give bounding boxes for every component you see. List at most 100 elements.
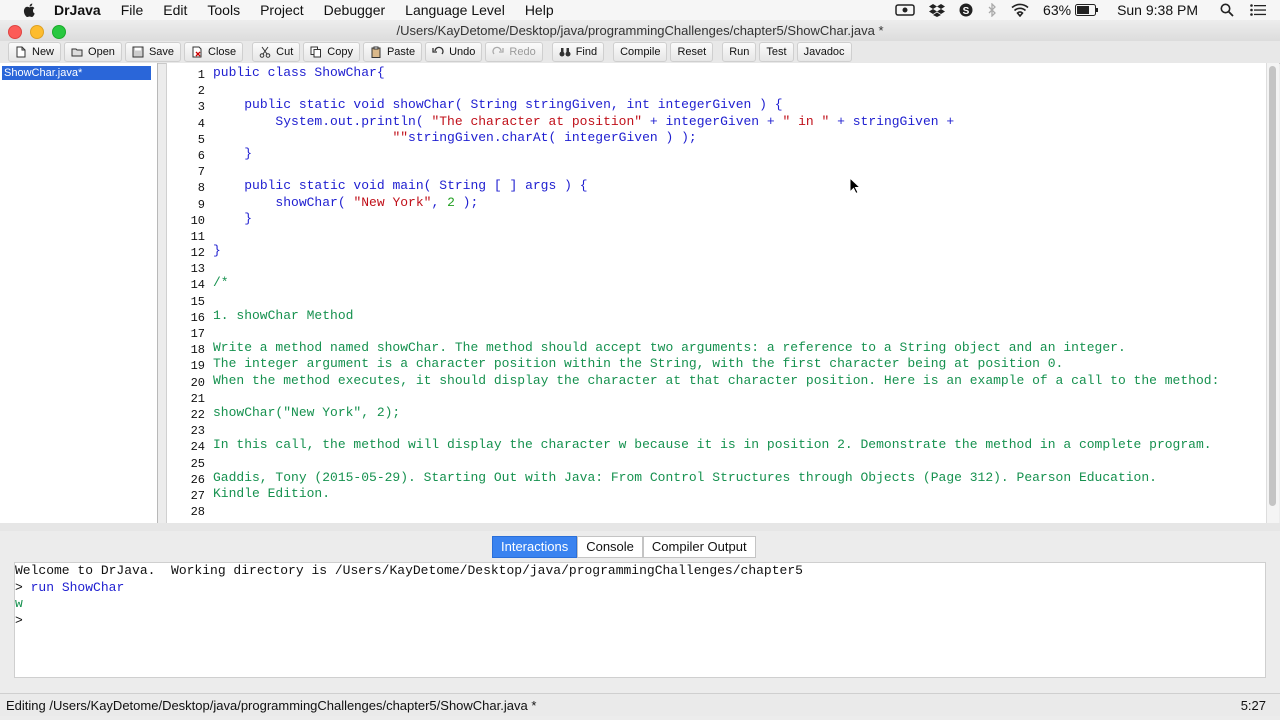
- document-list: ShowChar.java*: [0, 63, 158, 523]
- line-number: 24: [190, 440, 205, 455]
- line-number: 20: [190, 375, 205, 390]
- wifi-icon[interactable]: [1011, 3, 1029, 17]
- code-line-4: System.out.println( "The character at po…: [213, 114, 1219, 130]
- line-number-gutter: 1 2 3 4 5 6 7 8 9 10 11 12 13 14 15 16 17 18 19 20 21 22 23 24 2…: [167, 67, 205, 520]
- undo-button[interactable]: Undo: [425, 42, 483, 62]
- window-controls: [8, 25, 74, 39]
- paste-button[interactable]: Paste: [362, 42, 423, 62]
- test-button[interactable]: Test: [759, 42, 794, 62]
- battery-icon[interactable]: [1075, 4, 1099, 16]
- menu-tools[interactable]: Tools: [207, 2, 240, 18]
- screen-record-icon[interactable]: [895, 3, 915, 17]
- bluetooth-icon[interactable]: [987, 3, 997, 17]
- line-number: 26: [190, 472, 205, 487]
- line-number: 3: [197, 100, 205, 115]
- code-line-3: public static void showChar( String stri…: [213, 97, 1219, 113]
- javadoc-button[interactable]: Javadoc: [796, 42, 852, 62]
- line-number: 23: [190, 424, 205, 439]
- tab-compiler-output[interactable]: Compiler Output: [642, 536, 756, 558]
- console-welcome-line: Welcome to DrJava. Working directory is …: [15, 563, 803, 578]
- code-text: System.out.println(: [275, 113, 432, 129]
- new-button-label: New: [32, 46, 55, 58]
- close-button[interactable]: Close: [184, 42, 244, 62]
- menu-edit[interactable]: Edit: [163, 2, 187, 18]
- code-text: showChar(: [384, 97, 471, 113]
- line-number: 13: [190, 262, 205, 277]
- new-file-icon: [15, 46, 27, 58]
- scrollbar-thumb[interactable]: [1269, 66, 1276, 506]
- notification-center-icon[interactable]: [1250, 4, 1266, 16]
- dropbox-icon[interactable]: [929, 3, 946, 17]
- line-number: 4: [197, 116, 205, 131]
- compile-button[interactable]: Compile: [613, 42, 668, 62]
- code-text: stringGiven,: [517, 97, 627, 113]
- undo-icon: [432, 46, 444, 58]
- console-input-line[interactable]: >: [15, 613, 1265, 630]
- code-line-1: public class ShowChar{: [213, 65, 1219, 81]
- code-number: 2: [447, 194, 455, 210]
- menu-project[interactable]: Project: [260, 2, 304, 18]
- code-text: main(: [384, 178, 440, 194]
- code-keyword: String: [470, 97, 518, 113]
- redo-icon: [492, 46, 505, 58]
- code-keyword: public static void: [244, 178, 385, 194]
- line-number: 22: [190, 407, 205, 422]
- code-area[interactable]: public class ShowChar{ public static voi…: [213, 65, 1219, 518]
- code-line-6: }: [213, 146, 1219, 162]
- menu-bar: DrJava File Edit Tools Project Debugger …: [0, 0, 1280, 21]
- code-line-24: In this call, the method will display th…: [213, 437, 1212, 453]
- tab-console[interactable]: Console: [577, 536, 643, 558]
- menu-file[interactable]: File: [121, 2, 144, 18]
- menu-help[interactable]: Help: [525, 2, 554, 18]
- interactions-pane[interactable]: Welcome to DrJava. Working directory is …: [14, 562, 1266, 678]
- code-editor[interactable]: 1 2 3 4 5 6 7 8 9 10 11 12 13 14 15 16 17 18 19 20 21 22 23 24 2…: [166, 63, 1267, 523]
- save-button[interactable]: Save: [124, 42, 182, 62]
- code-text: ,: [431, 194, 448, 210]
- skype-icon[interactable]: S: [959, 3, 973, 17]
- close-window-button[interactable]: [8, 25, 22, 39]
- open-button-label: Open: [88, 46, 115, 58]
- code-line-26: Gaddis, Tony (2015-05-29). Starting Out …: [213, 469, 1157, 485]
- battery-percent: 63%: [1043, 2, 1072, 18]
- cut-button[interactable]: Cut: [252, 42, 301, 62]
- copy-button-label: Copy: [327, 46, 353, 58]
- clock[interactable]: Sun 9:38 PM: [1117, 2, 1198, 18]
- menu-app-name[interactable]: DrJava: [54, 2, 101, 18]
- status-message: Editing /Users/KayDetome/Desktop/java/pr…: [6, 697, 537, 713]
- redo-button[interactable]: Redo: [485, 42, 543, 62]
- paste-clipboard-icon: [370, 46, 382, 58]
- pane-splitter[interactable]: [0, 523, 1280, 531]
- status-bar: Editing /Users/KayDetome/Desktop/java/pr…: [0, 693, 1280, 716]
- new-button[interactable]: New: [8, 42, 62, 62]
- spotlight-search-icon[interactable]: [1220, 3, 1234, 17]
- code-line-16: 1. showChar Method: [213, 307, 354, 323]
- code-string: "The character at position": [431, 113, 643, 129]
- code-line-9: showChar( "New York", 2 );: [213, 195, 1219, 211]
- menu-debugger[interactable]: Debugger: [324, 2, 386, 18]
- code-text: showChar(: [275, 194, 354, 210]
- code-string: " in ": [782, 113, 830, 129]
- document-list-item[interactable]: ShowChar.java*: [2, 66, 151, 80]
- tab-interactions[interactable]: Interactions: [492, 536, 578, 558]
- run-button[interactable]: Run: [722, 42, 757, 62]
- apple-icon[interactable]: [22, 2, 38, 18]
- copy-button[interactable]: Copy: [303, 42, 360, 62]
- open-button[interactable]: Open: [64, 42, 122, 62]
- find-button-label: Find: [575, 46, 598, 58]
- reset-button[interactable]: Reset: [670, 42, 714, 62]
- line-number: 16: [190, 310, 205, 325]
- minimize-window-button[interactable]: [30, 25, 44, 39]
- zoom-window-button[interactable]: [52, 25, 66, 39]
- editor-vertical-scrollbar[interactable]: [1266, 63, 1279, 523]
- line-number: 19: [190, 359, 205, 374]
- code-keyword: public static void: [244, 97, 385, 113]
- console-command: run ShowChar: [30, 579, 125, 595]
- menu-language-level[interactable]: Language Level: [405, 2, 505, 18]
- find-button[interactable]: Find: [551, 42, 605, 62]
- window-title-bar: /Users/KayDetome/Desktop/java/programmin…: [0, 20, 1280, 41]
- code-line-27: Kindle Edition.: [213, 485, 331, 501]
